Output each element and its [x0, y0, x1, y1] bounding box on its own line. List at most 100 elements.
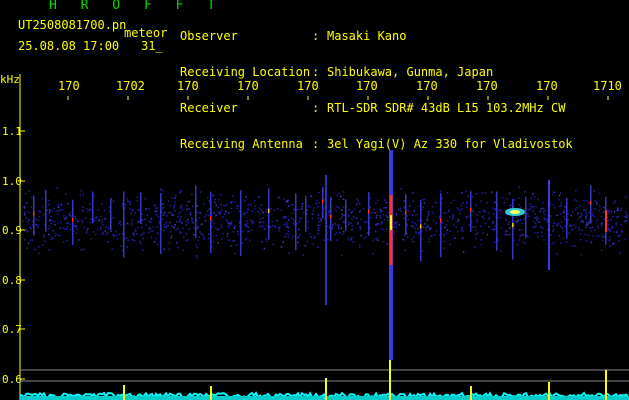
noise-dot — [620, 209, 622, 212]
noise-dot — [522, 241, 524, 243]
noise-dot — [603, 236, 605, 238]
noise-dot — [284, 215, 286, 218]
noise-dot — [156, 207, 159, 209]
noise-dot — [568, 232, 570, 234]
noise-dot — [467, 195, 469, 198]
noise-dot — [179, 192, 181, 194]
noise-dot — [129, 208, 131, 210]
noise-dot — [356, 203, 358, 205]
noise-dot — [426, 226, 428, 228]
noise-dot — [234, 252, 236, 255]
noise-dot — [182, 236, 185, 238]
noise-dot — [458, 219, 460, 222]
noise-dot — [514, 199, 516, 201]
noise-dot — [357, 200, 360, 203]
noise-dot — [50, 236, 53, 238]
noise-dot — [372, 252, 374, 255]
noise-dot — [306, 209, 308, 212]
noise-dot — [262, 217, 264, 219]
noise-dot — [297, 241, 299, 244]
noise-dot — [260, 218, 262, 220]
noise-dot — [290, 217, 293, 220]
noise-dot — [225, 210, 227, 213]
noise-dot — [291, 237, 293, 240]
noise-dot — [380, 227, 382, 230]
noise-dot — [66, 239, 69, 242]
noise-dot — [415, 224, 418, 226]
noise-dot — [484, 210, 487, 213]
noise-dot — [519, 219, 522, 221]
noise-dot — [59, 227, 61, 230]
meteor-head — [420, 224, 422, 229]
noise-dot — [144, 218, 146, 221]
meteor-streak — [566, 197, 568, 239]
noise-dot — [221, 209, 223, 211]
noise-dot — [515, 216, 518, 218]
noise-dot — [39, 211, 42, 213]
noise-dot — [155, 207, 157, 209]
noise-dot — [476, 218, 478, 221]
noise-dot — [443, 212, 445, 214]
noise-dot — [307, 205, 310, 207]
noise-dot — [571, 228, 574, 230]
noise-dot — [402, 238, 404, 241]
noise-dot — [150, 218, 153, 221]
noise-dot — [115, 234, 118, 236]
noise-dot — [306, 240, 309, 243]
noise-dot — [571, 210, 574, 213]
noise-dot — [461, 227, 463, 230]
meteor-streak — [123, 191, 125, 258]
noise-dot — [407, 236, 409, 238]
noise-dot — [90, 238, 92, 240]
noise-dot — [313, 237, 315, 239]
noise-dot — [168, 211, 171, 214]
noise-dot — [27, 211, 30, 214]
noise-dot — [611, 243, 614, 246]
noise-dot — [95, 233, 97, 236]
noise-dot — [597, 225, 599, 227]
noise-dot — [29, 226, 31, 228]
noise-dot — [453, 224, 455, 226]
noise-dot — [508, 233, 511, 236]
noise-dot — [583, 209, 585, 211]
noise-dot — [120, 245, 123, 247]
noise-dot — [287, 205, 290, 207]
noise-dot — [557, 199, 560, 201]
noise-dot — [301, 208, 303, 210]
noise-dot — [52, 230, 54, 232]
noise-dot — [296, 208, 298, 211]
noise-dot — [134, 211, 136, 214]
meteor-streak — [470, 191, 472, 233]
noise-dot — [236, 207, 238, 210]
meteor-head — [512, 223, 514, 228]
noise-dot — [197, 226, 199, 228]
noise-dot — [66, 228, 68, 230]
noise-dot — [49, 219, 51, 221]
noise-dot — [108, 206, 110, 209]
noise-dot — [465, 216, 468, 218]
noise-dot — [62, 227, 64, 230]
noise-dot — [497, 239, 500, 241]
noise-dot — [479, 211, 481, 213]
noise-dot — [343, 206, 345, 208]
noise-dot — [101, 219, 103, 221]
meteor-blob-core — [510, 210, 520, 214]
noise-dot — [191, 193, 193, 196]
noise-dot — [416, 213, 418, 216]
noise-dot — [131, 224, 133, 226]
noise-dot — [69, 212, 71, 215]
noise-dot — [340, 254, 343, 257]
noise-dot — [597, 227, 600, 229]
noise-dot — [299, 218, 301, 221]
noise-dot — [140, 226, 143, 229]
noise-dot — [360, 218, 362, 221]
noise-dot — [395, 226, 398, 229]
noise-dot — [178, 213, 180, 215]
noise-dot — [83, 248, 85, 251]
noise-dot — [319, 224, 321, 226]
noise-dot — [278, 227, 280, 230]
noise-dot — [409, 204, 411, 207]
noise-dot — [518, 239, 521, 241]
noise-dot — [227, 225, 229, 227]
noise-dot — [533, 195, 536, 198]
